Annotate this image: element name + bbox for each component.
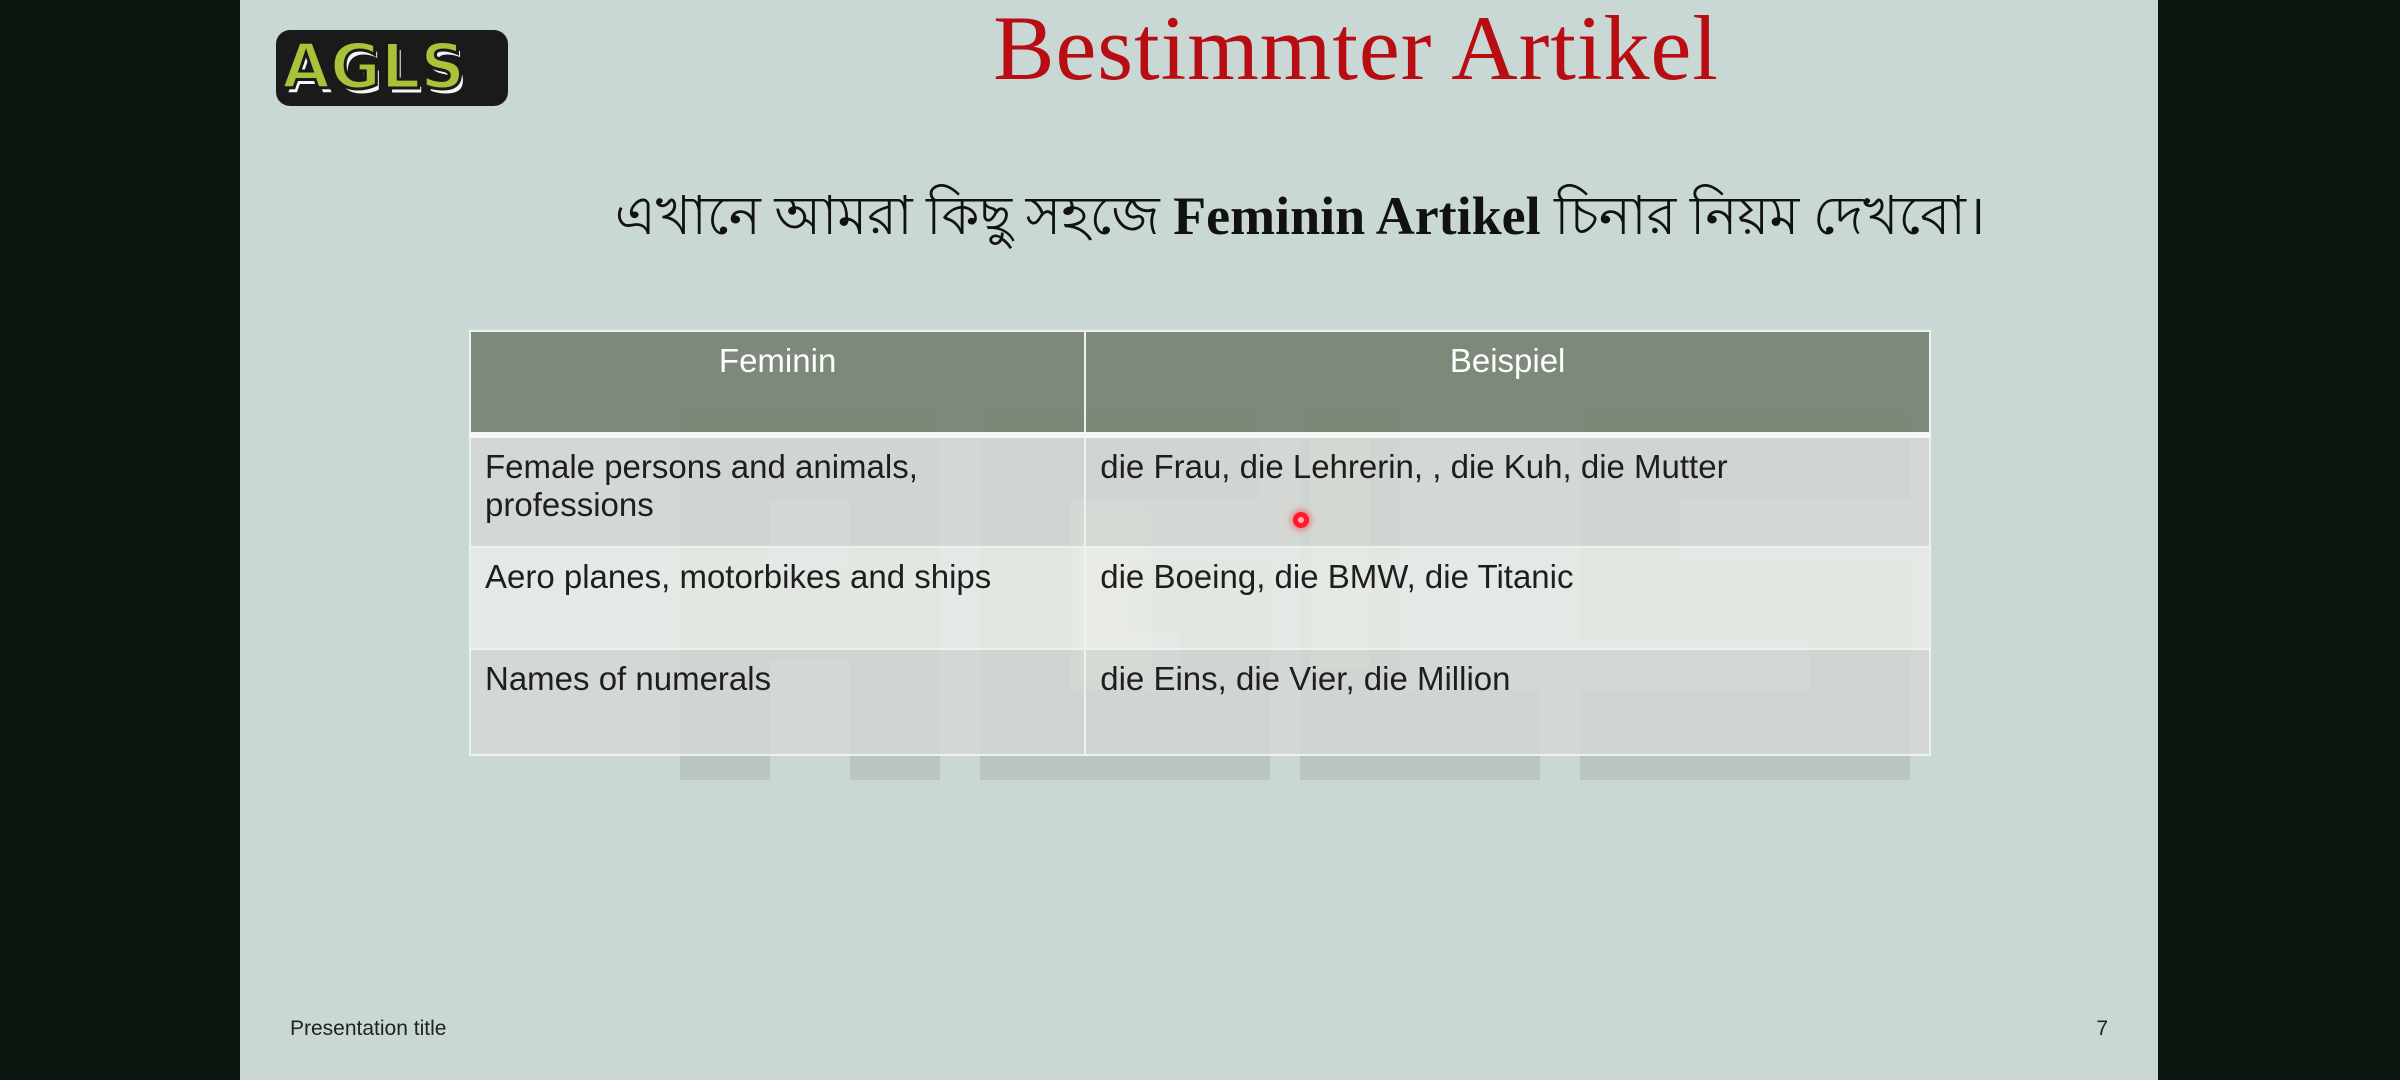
table-cell: Aero planes, motorbikes and ships bbox=[468, 546, 1087, 650]
subtitle-text-2: চিনার নিয়ম দেখবো। bbox=[1540, 186, 1986, 246]
slide-title: Bestimmter Artikel bbox=[993, 0, 1719, 99]
table-row: Names of numerals die Eins, die Vier, di… bbox=[468, 648, 1931, 756]
column-header-feminin: Feminin bbox=[468, 330, 1087, 436]
table-header-row: Feminin Beispiel bbox=[468, 330, 1931, 436]
presentation-viewer: AGLS AGLS Bestimmter Artikel এখানে আমরা … bbox=[0, 0, 2400, 1080]
table-cell: die Frau, die Lehrerin, , die Kuh, die M… bbox=[1084, 434, 1931, 548]
table-row: Female persons and animals, professions … bbox=[468, 434, 1931, 548]
table-cell: Female persons and animals, professions bbox=[468, 434, 1087, 548]
slide-number: 7 bbox=[2096, 1017, 2108, 1040]
slide: AGLS AGLS Bestimmter Artikel এখানে আমরা … bbox=[240, 0, 2158, 1080]
subtitle-bold-text: Feminin Artikel bbox=[1173, 186, 1541, 246]
column-header-beispiel: Beispiel bbox=[1084, 330, 1931, 436]
footer-presentation-title: Presentation title bbox=[290, 1017, 447, 1040]
subtitle-text-1: এখানে আমরা কিছু সহজে bbox=[614, 186, 1174, 246]
slide-subtitle: এখানে আমরা কিছু সহজে Feminin Artikel চিন… bbox=[520, 178, 2080, 254]
table-cell: die Boeing, die BMW, die Titanic bbox=[1084, 546, 1931, 650]
laser-pointer-cursor bbox=[1293, 512, 1309, 528]
articles-table: Feminin Beispiel Female persons and anim… bbox=[468, 330, 1931, 756]
table-cell: die Eins, die Vier, die Million bbox=[1084, 648, 1931, 756]
table-row: Aero planes, motorbikes and ships die Bo… bbox=[468, 546, 1931, 650]
table-cell: Names of numerals bbox=[468, 648, 1087, 756]
